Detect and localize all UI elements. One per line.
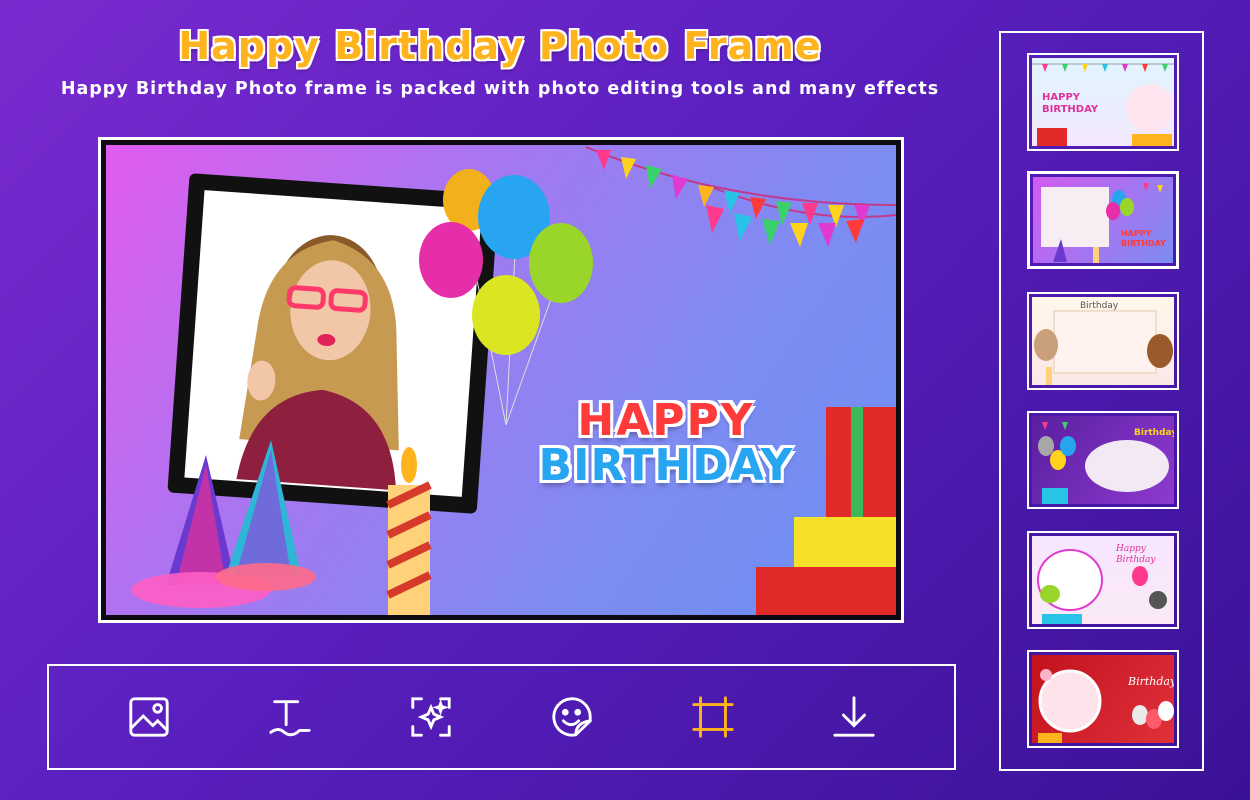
gallery-button[interactable] <box>123 691 175 743</box>
thumbnail-5-label: Happy Birthday <box>1116 544 1156 565</box>
greeting-line-2: BIRTHDAY <box>538 440 794 491</box>
effects-icon <box>411 697 451 737</box>
sticker-button[interactable] <box>546 691 598 743</box>
thumbnail-2-artwork <box>1041 183 1163 263</box>
editing-toolbar <box>47 664 956 770</box>
frame-thumbnail-3[interactable]: Birthday <box>1027 292 1179 390</box>
page-title: Happy Birthday Photo Frame <box>178 24 822 68</box>
sticker-icon <box>552 697 592 737</box>
thumbnail-1-label: HAPPY BIRTHDAY <box>1042 92 1099 115</box>
frame-button[interactable] <box>687 691 739 743</box>
greeting-line-1: HAPPY <box>577 395 755 446</box>
thumbnail-6-label: Birthday <box>1128 675 1174 688</box>
bunting-decoration <box>585 146 896 247</box>
frame-thumbnails-panel: HAPPY BIRTHDAY HAPPY BIRTHDAY Birthday B… <box>999 31 1204 771</box>
frame-thumbnail-2[interactable]: HAPPY BIRTHDAY <box>1027 171 1179 269</box>
frame-artwork <box>131 146 896 615</box>
gallery-icon <box>129 697 170 737</box>
frame-thumbnail-5[interactable]: Happy Birthday <box>1027 531 1179 629</box>
editor-canvas[interactable]: HAPPY BIRTHDAY <box>98 137 904 623</box>
thumbnail-2-label: HAPPY BIRTHDAY <box>1121 229 1166 248</box>
frame-icon <box>692 696 734 738</box>
frame-thumbnail-4[interactable]: Birthday <box>1027 411 1179 509</box>
text-button[interactable] <box>264 691 316 743</box>
page-subtitle: Happy Birthday Photo frame is packed wit… <box>60 79 940 99</box>
frame-thumbnail-6[interactable]: Birthday <box>1027 650 1179 748</box>
thumbnail-6-artwork <box>1038 669 1174 743</box>
birthday-greeting: HAPPY BIRTHDAY <box>516 395 816 491</box>
frame-preview[interactable]: HAPPY BIRTHDAY <box>106 145 896 615</box>
download-button[interactable] <box>828 691 880 743</box>
text-icon <box>269 700 311 737</box>
download-icon <box>832 696 875 737</box>
thumbnail-3-label: Birthday <box>1080 301 1119 311</box>
effects-button[interactable] <box>405 691 457 743</box>
frame-thumbnail-1[interactable]: HAPPY BIRTHDAY <box>1027 53 1179 151</box>
thumbnail-4-label: Birthday <box>1134 428 1174 438</box>
